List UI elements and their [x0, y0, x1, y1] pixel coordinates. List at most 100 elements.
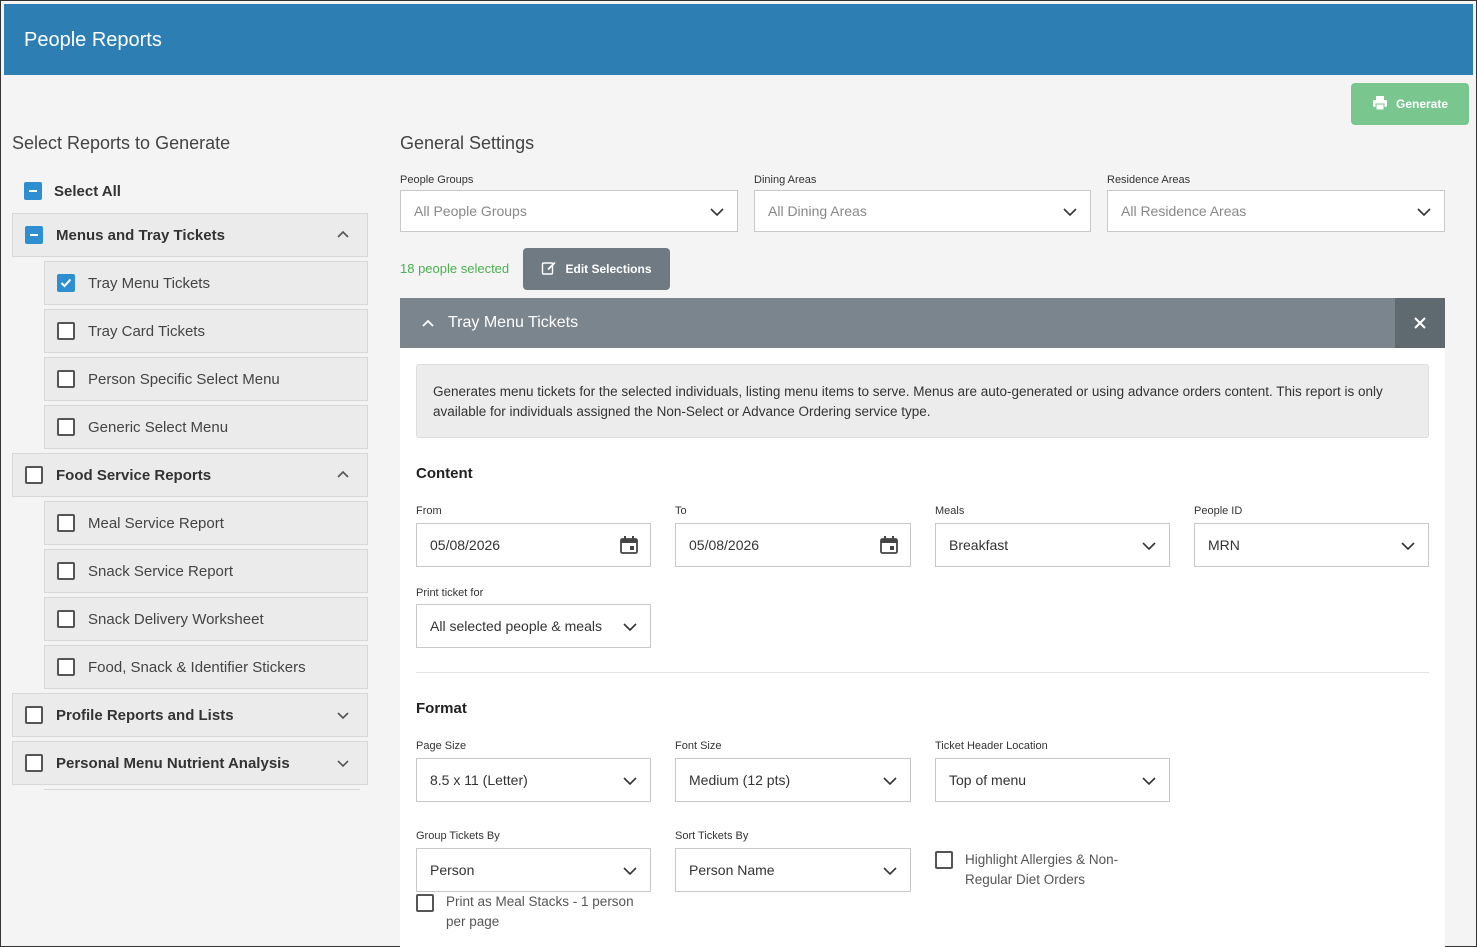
font-size-value: Medium (12 pts) — [689, 772, 791, 788]
report-checkbox[interactable] — [57, 370, 75, 388]
report-label: Food, Snack & Identifier Stickers — [88, 658, 306, 676]
select-all-checkbox[interactable] — [24, 182, 42, 200]
group-by-label: Group Tickets By — [416, 830, 500, 842]
calendar-icon[interactable] — [618, 534, 640, 556]
group-checkbox[interactable] — [25, 226, 43, 244]
from-label: From — [416, 505, 442, 517]
group-checkbox[interactable] — [25, 706, 43, 724]
meal-stacks-label: Print as Meal Stacks - 1 person per page — [446, 894, 634, 929]
chevron-up-icon[interactable] — [335, 467, 351, 483]
chevron-down-icon — [1142, 777, 1156, 786]
report-label: Tray Card Tickets — [88, 322, 205, 340]
edit-icon — [541, 260, 557, 279]
page-size-value: 8.5 x 11 (Letter) — [430, 772, 528, 788]
chevron-down-icon — [710, 208, 724, 217]
highlight-allergies-option[interactable]: Highlight Allergies & Non-Regular Diet O… — [935, 850, 1155, 890]
header-location-value: Top of menu — [949, 772, 1027, 788]
sort-by-select[interactable]: Person Name — [675, 848, 911, 892]
chevron-down-icon — [1142, 542, 1156, 551]
meal-stacks-option[interactable]: Print as Meal Stacks - 1 person per page — [416, 892, 656, 932]
report-checkbox[interactable] — [57, 610, 75, 628]
report-checkbox[interactable] — [57, 322, 75, 340]
from-date-input[interactable]: 05/08/2026 — [416, 523, 651, 567]
group-checkbox[interactable] — [25, 754, 43, 772]
select-all-label: Select All — [54, 182, 121, 200]
chevron-up-icon[interactable] — [335, 227, 351, 243]
people-selected-count: 18 people selected — [400, 261, 510, 276]
chevron-down-icon[interactable] — [335, 755, 351, 771]
people-groups-select[interactable]: All People Groups — [400, 190, 738, 232]
report-label: Meal Service Report — [88, 514, 224, 532]
report-description: Generates menu tickets for the selected … — [416, 364, 1429, 438]
report-label: Tray Menu Tickets — [88, 274, 210, 292]
report-item-person-specific-select-menu[interactable]: Person Specific Select Menu — [44, 357, 368, 401]
list-divider — [44, 789, 360, 790]
report-item-generic-select-menu[interactable]: Generic Select Menu — [44, 405, 368, 449]
header-location-select[interactable]: Top of menu — [935, 758, 1170, 802]
group-profile-reports-and-lists[interactable]: Profile Reports and Lists — [12, 693, 368, 737]
to-date-value: 05/08/2026 — [689, 537, 760, 553]
calendar-icon[interactable] — [878, 534, 900, 556]
print-for-select[interactable]: All selected people & meals — [416, 604, 651, 648]
residence-areas-value: All Residence Areas — [1121, 203, 1247, 219]
report-item-tray-card-tickets[interactable]: Tray Card Tickets — [44, 309, 368, 353]
dining-areas-label: Dining Areas — [754, 174, 817, 186]
report-checkbox[interactable] — [57, 658, 75, 676]
chevron-down-icon — [1401, 542, 1415, 551]
group-menus-and-tray-tickets[interactable]: Menus and Tray Tickets — [12, 213, 368, 257]
group-food-service-reports[interactable]: Food Service Reports — [12, 453, 368, 497]
report-checkbox[interactable] — [57, 274, 75, 292]
group-checkbox[interactable] — [25, 466, 43, 484]
report-label: Person Specific Select Menu — [88, 370, 280, 388]
edit-selections-label: Edit Selections — [565, 262, 652, 276]
report-item-snack-delivery-worksheet[interactable]: Snack Delivery Worksheet — [44, 597, 368, 641]
group-personal-menu-nutrient-analysis[interactable]: Personal Menu Nutrient Analysis — [12, 741, 368, 785]
report-checkbox[interactable] — [57, 514, 75, 532]
report-panel-header: Tray Menu Tickets — [400, 298, 1445, 348]
generate-button[interactable]: Generate — [1351, 83, 1469, 125]
people-id-label: People ID — [1194, 505, 1243, 517]
header-location-label: Ticket Header Location — [935, 740, 1048, 752]
panel-title: Tray Menu Tickets — [448, 314, 579, 331]
chevron-up-icon[interactable] — [420, 315, 436, 331]
font-size-label: Font Size — [675, 740, 722, 752]
chevron-down-icon — [623, 623, 637, 632]
meal-stacks-checkbox[interactable] — [416, 894, 434, 912]
report-item-tray-menu-tickets[interactable]: Tray Menu Tickets — [44, 261, 368, 305]
left-heading: Select Reports to Generate — [12, 133, 231, 153]
meals-select[interactable]: Breakfast — [935, 523, 1170, 567]
report-item-meal-service-report[interactable]: Meal Service Report — [44, 501, 368, 545]
font-size-select[interactable]: Medium (12 pts) — [675, 758, 911, 802]
page-title: People Reports — [24, 29, 162, 51]
group-label: Food Service Reports — [56, 466, 212, 484]
people-groups-value: All People Groups — [414, 203, 527, 219]
page-size-select[interactable]: 8.5 x 11 (Letter) — [416, 758, 651, 802]
report-checkbox[interactable] — [57, 418, 75, 436]
highlight-allergies-checkbox[interactable] — [935, 851, 953, 869]
to-date-input[interactable]: 05/08/2026 — [675, 523, 911, 567]
print-for-label: Print ticket for — [416, 587, 484, 599]
edit-selections-button[interactable]: Edit Selections — [523, 248, 670, 290]
chevron-down-icon[interactable] — [335, 707, 351, 723]
select-all[interactable]: Select All — [24, 181, 121, 201]
printer-icon — [1372, 95, 1388, 114]
report-item-snack-service-report[interactable]: Snack Service Report — [44, 549, 368, 593]
report-label: Snack Delivery Worksheet — [88, 610, 264, 628]
sort-by-value: Person Name — [689, 862, 775, 878]
content-heading: Content — [416, 465, 473, 482]
report-item-food-snack-identifier-stickers[interactable]: Food, Snack & Identifier Stickers — [44, 645, 368, 689]
residence-areas-select[interactable]: All Residence Areas — [1107, 190, 1445, 232]
group-label: Personal Menu Nutrient Analysis — [56, 754, 290, 772]
group-label: Profile Reports and Lists — [56, 706, 234, 724]
close-panel-button[interactable] — [1395, 298, 1445, 348]
close-icon — [1414, 317, 1426, 329]
people-id-select[interactable]: MRN — [1194, 523, 1429, 567]
people-groups-label: People Groups — [400, 174, 474, 186]
group-by-select[interactable]: Person — [416, 848, 651, 892]
sort-by-label: Sort Tickets By — [675, 830, 749, 842]
report-checkbox[interactable] — [57, 562, 75, 580]
section-divider — [416, 672, 1429, 673]
page-size-label: Page Size — [416, 740, 467, 752]
chevron-down-icon — [883, 777, 897, 786]
dining-areas-select[interactable]: All Dining Areas — [754, 190, 1091, 232]
